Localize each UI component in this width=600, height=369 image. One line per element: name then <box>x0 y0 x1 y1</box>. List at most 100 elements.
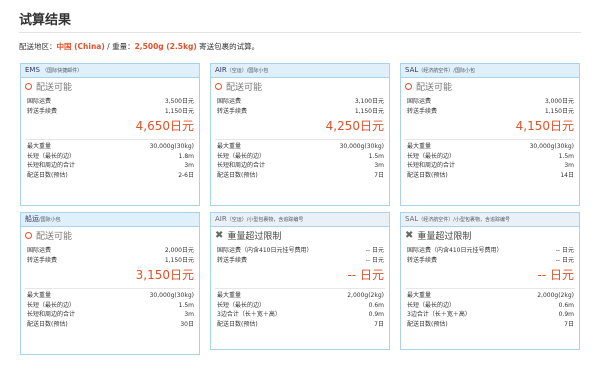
status-text: 配送可能 <box>36 83 73 93</box>
divider <box>215 139 385 140</box>
fee-value: 1,150日元 <box>544 107 574 115</box>
cross-icon: ✖ <box>215 229 224 241</box>
fee-row: 国际运费 2,000日元 <box>21 246 199 256</box>
fee-row: 转送手续费 -- 日元 <box>211 256 389 266</box>
fee-row: 转送手续费 1,150日元 <box>401 107 579 117</box>
detail-value: 3m <box>374 162 384 169</box>
fee-value: 1,150日元 <box>164 107 194 115</box>
status-row: 配送可能 <box>21 227 199 244</box>
detail-row: 长短（最长的边） 1.5m <box>21 301 199 311</box>
detail-label: 长短（最长的边） <box>217 301 266 309</box>
detail-value: 0.9m <box>368 311 384 318</box>
shipping-card-ems: EMS （国际快捷邮件） 配送可能 国际运费 3,500日元 转送手续费 1,150… <box>20 63 200 206</box>
card-method: SAL <box>405 66 419 74</box>
summary-region: 中国 (China) <box>56 42 105 51</box>
detail-row: 长短（最长的边） 1.5m <box>401 152 579 162</box>
available-circle-icon <box>405 83 412 90</box>
shipping-card-air-small-packet: AIR（空运）/小型包裹物，含追踪编号 ✖ 重量超过限制 国际运费（内含410日元… <box>210 212 390 350</box>
shipping-card-sea: 船运/国际小包 配送可能 国际运费 2,000日元 转送手续费 1,150日元 3,… <box>20 212 200 355</box>
available-circle-icon <box>25 83 32 90</box>
detail-label: 长短和周边的合计 <box>407 162 456 169</box>
summary-line: 配送地区：中国 (China) / 重量：2,500g (2.5kg) 寄送包裹… <box>19 41 259 52</box>
detail-row: 配送日数(预估) 7日 <box>211 171 389 181</box>
total-price: 4,650日元 <box>135 119 194 133</box>
detail-value: 30,000g(30kg) <box>529 143 574 150</box>
status-row: ✖ 重量超过限制 <box>211 227 389 244</box>
detail-label: 最大重量 <box>407 292 432 299</box>
card-method-sub: （经济航空件）/小型包裹物，含追踪编号 <box>418 217 510 223</box>
detail-value: 7日 <box>374 171 384 179</box>
detail-value: 3m <box>184 162 194 169</box>
available-circle-icon <box>25 232 32 239</box>
card-header: EMS （国际快捷邮件） <box>21 64 199 78</box>
status-row: ✖ 重量超过限制 <box>401 227 579 244</box>
detail-label: 配送日数(预估) <box>27 320 68 328</box>
card-header: SAL（经济航空件）/国际小包 <box>401 64 579 78</box>
summary-weight: 2,500g (2.5kg) <box>134 42 197 51</box>
status-text: 重量超过限制 <box>417 232 472 242</box>
card-header: 船运/国际小包 <box>21 213 199 227</box>
status-row: 配送可能 <box>21 78 199 95</box>
detail-value: 30,000g(30kg) <box>149 292 194 299</box>
card-method-sub: （空运）/国际小包 <box>226 68 269 74</box>
detail-row: 最大重量 2,000g(2kg) <box>401 291 579 301</box>
status-row: 配送可能 <box>211 78 389 95</box>
detail-value: 2,000g(2kg) <box>537 292 574 299</box>
status-row: 配送可能 <box>401 78 579 95</box>
detail-row: 3边合计（长＋宽＋高） 0.9m <box>401 310 579 320</box>
detail-row: 配送日数(预估) 2-6日 <box>21 171 199 181</box>
fee-value: 1,150日元 <box>354 107 384 115</box>
shipping-card-sal: SAL（经济航空件）/国际小包 配送可能 国际运费 3,000日元 转送手续费 1,… <box>400 63 580 206</box>
detail-label: 3边合计（长＋宽＋高） <box>217 311 281 318</box>
fee-value: 3,500日元 <box>164 98 194 105</box>
detail-value: 0.6m <box>558 301 574 309</box>
total-price: 4,250日元 <box>325 119 384 133</box>
card-method: AIR <box>215 66 227 74</box>
detail-value: 30,000g(30kg) <box>149 143 194 150</box>
status-text: 配送可能 <box>416 83 453 93</box>
detail-row: 长短和周边的合计 3m <box>21 310 199 320</box>
fee-row: 转送手续费 1,150日元 <box>21 107 199 117</box>
divider <box>25 288 195 289</box>
fee-row: 国际运费 3,000日元 <box>401 97 579 107</box>
detail-label: 3边合计（长＋宽＋高） <box>407 311 471 318</box>
summary-prefix: 配送地区： <box>19 42 57 51</box>
cross-icon: ✖ <box>405 229 414 241</box>
shipping-card-air: AIR（空运）/国际小包 配送可能 国际运费 3,100日元 转送手续费 1,150… <box>210 63 390 206</box>
divider <box>405 288 575 289</box>
divider <box>25 139 195 140</box>
detail-value: 1.5m <box>558 152 574 160</box>
page-title: 试算结果 <box>19 13 72 28</box>
detail-row: 配送日数(预估) 30日 <box>21 320 199 330</box>
fee-label: 国际运费 <box>217 98 242 105</box>
total-price: 3,150日元 <box>135 268 194 282</box>
fee-row: 国际运费 3,100日元 <box>211 97 389 107</box>
card-method: 船运 <box>25 215 39 223</box>
detail-row: 长短（最长的边） 0.6m <box>401 301 579 311</box>
fee-row: 国际运费（内含410日元挂号费用） -- 日元 <box>401 246 579 256</box>
detail-value: 7日 <box>374 320 384 328</box>
fee-label: 国际运费 <box>27 98 52 105</box>
fee-value: 2,000日元 <box>164 247 194 254</box>
detail-label: 配送日数(预估) <box>217 320 258 328</box>
detail-label: 配送日数(预估) <box>27 171 68 179</box>
detail-value: 2-6日 <box>178 171 194 179</box>
detail-row: 长短（最长的边） 1.8m <box>21 152 199 162</box>
total-price: -- 日元 <box>537 268 574 282</box>
detail-label: 长短和周边的合计 <box>217 162 266 169</box>
detail-value: 0.6m <box>368 301 384 309</box>
fee-value: 1,150日元 <box>164 256 194 264</box>
detail-value: 14日 <box>560 171 574 179</box>
fee-value: -- 日元 <box>365 256 384 264</box>
detail-row: 最大重量 30,000g(30kg) <box>211 142 389 152</box>
fee-label: 转送手续费 <box>407 107 438 115</box>
detail-value: 2,000g(2kg) <box>347 292 384 299</box>
fee-row: 国际运费 3,500日元 <box>21 97 199 107</box>
fee-label: 转送手续费 <box>217 256 248 264</box>
available-circle-icon <box>215 83 222 90</box>
detail-value: 3m <box>564 162 574 169</box>
detail-row: 3边合计（长＋宽＋高） 0.9m <box>211 310 389 320</box>
detail-label: 长短和周边的合计 <box>27 162 76 169</box>
card-method-sub: （空运）/小型包裹物，含追踪编号 <box>226 217 304 223</box>
detail-value: 1.8m <box>178 152 194 160</box>
